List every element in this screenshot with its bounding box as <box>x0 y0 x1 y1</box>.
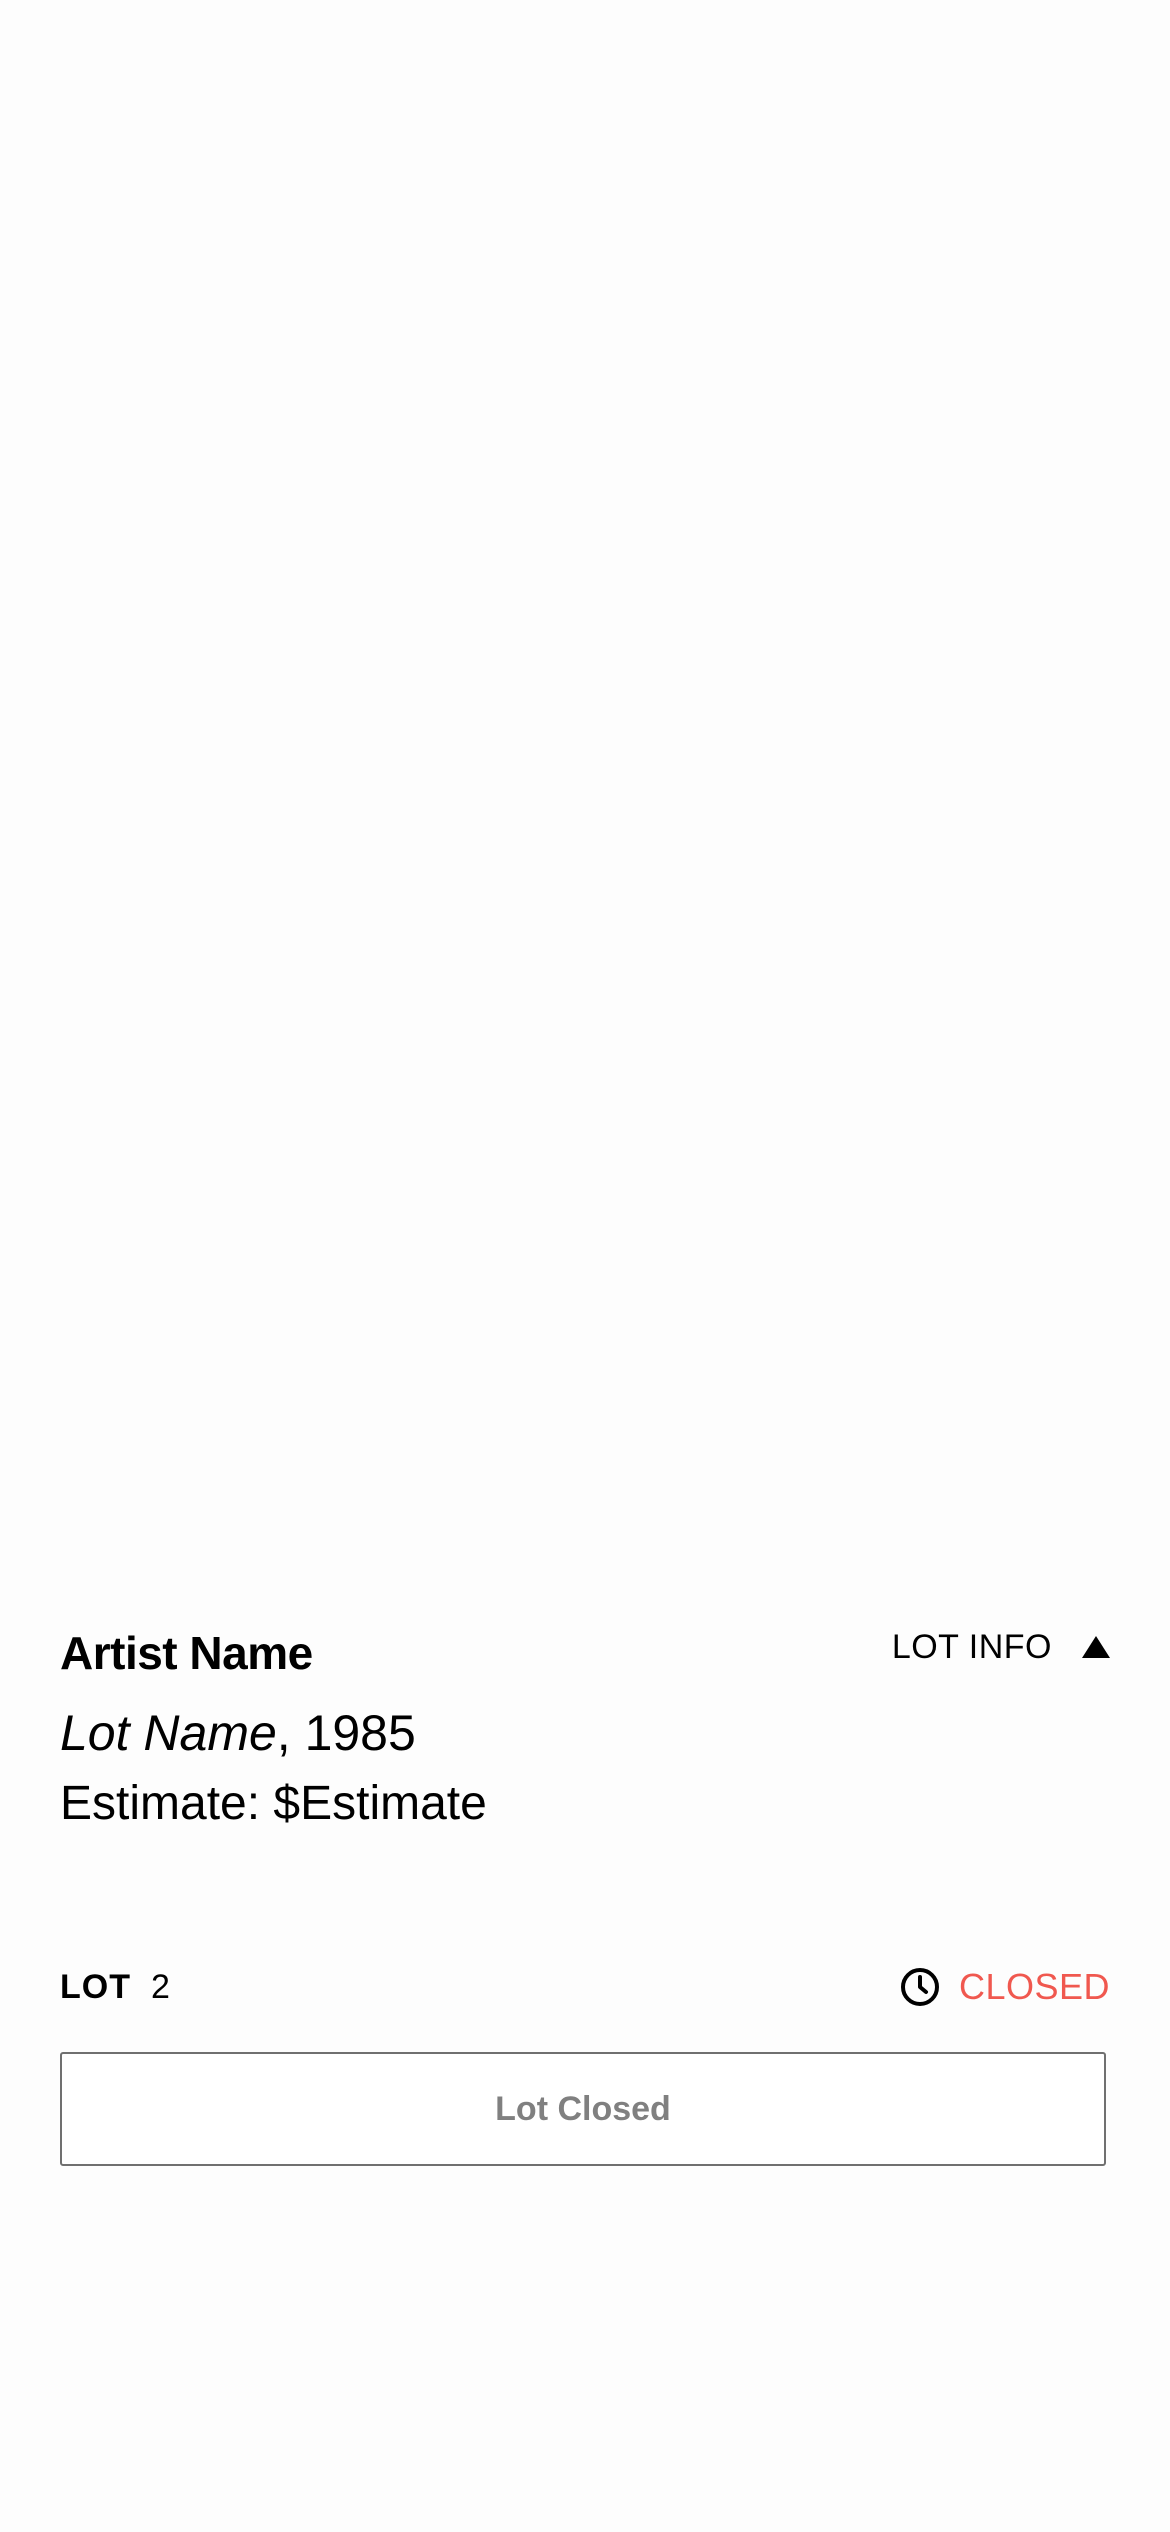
triangle-up-icon <box>1082 1636 1110 1658</box>
lot-number-value: 2 <box>150 1968 170 2006</box>
lot-info-toggle[interactable]: LOT INFO <box>892 1630 1110 1664</box>
lot-closed-button[interactable]: Lot Closed <box>60 2052 1106 2166</box>
artwork-image-area <box>0 0 1170 1560</box>
lot-name: Lot Name <box>60 1705 277 1761</box>
lot-info-label: LOT INFO <box>891 1628 1052 1666</box>
lot-title: Lot Name, 1985 <box>60 1708 416 1758</box>
lot-status: CLOSED <box>899 1966 1110 2008</box>
artist-name: Artist Name <box>60 1627 313 1679</box>
lot-number: LOT 2 <box>60 1970 170 2004</box>
status-text: CLOSED <box>958 1966 1110 2007</box>
lot-year: , 1985 <box>276 1705 416 1761</box>
clock-icon <box>899 1966 941 2008</box>
lot-label: LOT <box>60 1968 131 2006</box>
estimate: Estimate: $Estimate <box>60 1777 487 1830</box>
